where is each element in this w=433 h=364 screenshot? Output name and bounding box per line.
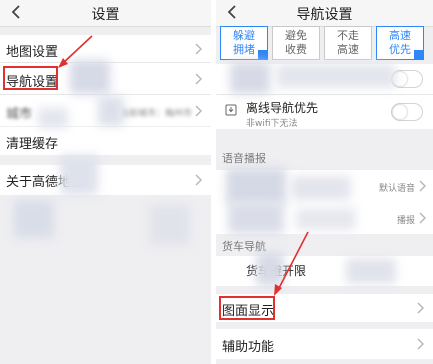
blur-overlay bbox=[150, 205, 190, 245]
page-title: 设置 bbox=[91, 7, 120, 23]
route-option-avoid-toll[interactable]: 避免收费 bbox=[272, 26, 320, 60]
blur-overlay bbox=[14, 200, 54, 238]
chevron-right-icon bbox=[195, 73, 202, 85]
route-option-no-highway[interactable]: 不走高速 bbox=[324, 26, 372, 60]
current-city-value: 当前城市：梅州市 bbox=[120, 109, 193, 119]
blur-overlay bbox=[38, 108, 68, 128]
settings-item-truck[interactable]: 货车避开限 bbox=[216, 256, 433, 286]
chevron-right-icon bbox=[195, 174, 202, 186]
settings-item-map[interactable]: 地图设置 bbox=[0, 35, 211, 62]
route-option-label: 不走高速 bbox=[337, 29, 359, 56]
blur-overlay bbox=[291, 176, 351, 200]
settings-item-accessibility[interactable]: 辅助功能 bbox=[216, 329, 433, 359]
chevron-right-icon bbox=[419, 212, 426, 224]
blur-overlay bbox=[226, 168, 286, 204]
chevron-right-icon bbox=[419, 180, 426, 192]
arrow-icon bbox=[274, 231, 309, 296]
blur-overlay bbox=[60, 155, 98, 195]
chevron-right-icon bbox=[195, 105, 202, 117]
settings-item-about[interactable]: 关于高德地图 bbox=[0, 165, 211, 195]
settings-item-offline-nav[interactable]: 离线导航优先 非wifi下无法 bbox=[216, 95, 433, 129]
blur-overlay bbox=[98, 96, 124, 126]
settings-item-label: 辅助功能 bbox=[222, 340, 275, 355]
route-option-highway-first[interactable]: 高速优先 bbox=[376, 26, 424, 60]
blur-overlay bbox=[296, 208, 356, 230]
settings-item-label: 地图设置 bbox=[6, 45, 59, 60]
download-icon bbox=[225, 104, 237, 116]
blur-overlay bbox=[230, 62, 270, 94]
chevron-right-icon bbox=[195, 43, 202, 55]
blur-overlay bbox=[276, 64, 396, 88]
settings-item-label: 城市 bbox=[6, 107, 33, 122]
highlight-box bbox=[3, 66, 58, 90]
voice-default-value: 默认语音 bbox=[378, 184, 415, 194]
route-option-label: 躲避拥堵 bbox=[233, 29, 255, 56]
route-option-label: 避免收费 bbox=[285, 29, 307, 56]
route-option-avoid-congestion[interactable]: 躲避拥堵 bbox=[220, 26, 268, 60]
settings-header: 设置 bbox=[0, 0, 211, 27]
section-header-voice: 语音播报 bbox=[222, 152, 266, 165]
arrow-icon bbox=[58, 35, 93, 68]
blur-overlay bbox=[346, 258, 396, 284]
check-icon bbox=[258, 50, 268, 60]
settings-item-subtitle: 非wifi下无法 bbox=[246, 119, 298, 129]
voice-broadcast-value: 播报 bbox=[396, 216, 415, 226]
navigation-settings-screen: 导航设置 躲避拥堵 避免收费 不走高速 高速优先 离线导航优先 非wifi下无法… bbox=[216, 0, 433, 364]
check-icon bbox=[414, 50, 424, 60]
nav-settings-header: 导航设置 bbox=[216, 0, 433, 27]
route-option-label: 高速优先 bbox=[389, 29, 411, 56]
chevron-right-icon bbox=[417, 338, 424, 350]
settings-item-clear-cache[interactable]: 清理缓存 bbox=[0, 127, 211, 155]
settings-screen: 设置 地图设置 导航设置 城市 当前城市：梅州市 清理缓存 关于高德地图 bbox=[0, 0, 211, 364]
chevron-right-icon bbox=[417, 302, 424, 314]
settings-item-label: 离线导航优先 bbox=[246, 101, 319, 115]
settings-item-label: 清理缓存 bbox=[6, 137, 59, 152]
toggle-switch[interactable] bbox=[391, 103, 423, 121]
page-title: 导航设置 bbox=[296, 7, 353, 23]
